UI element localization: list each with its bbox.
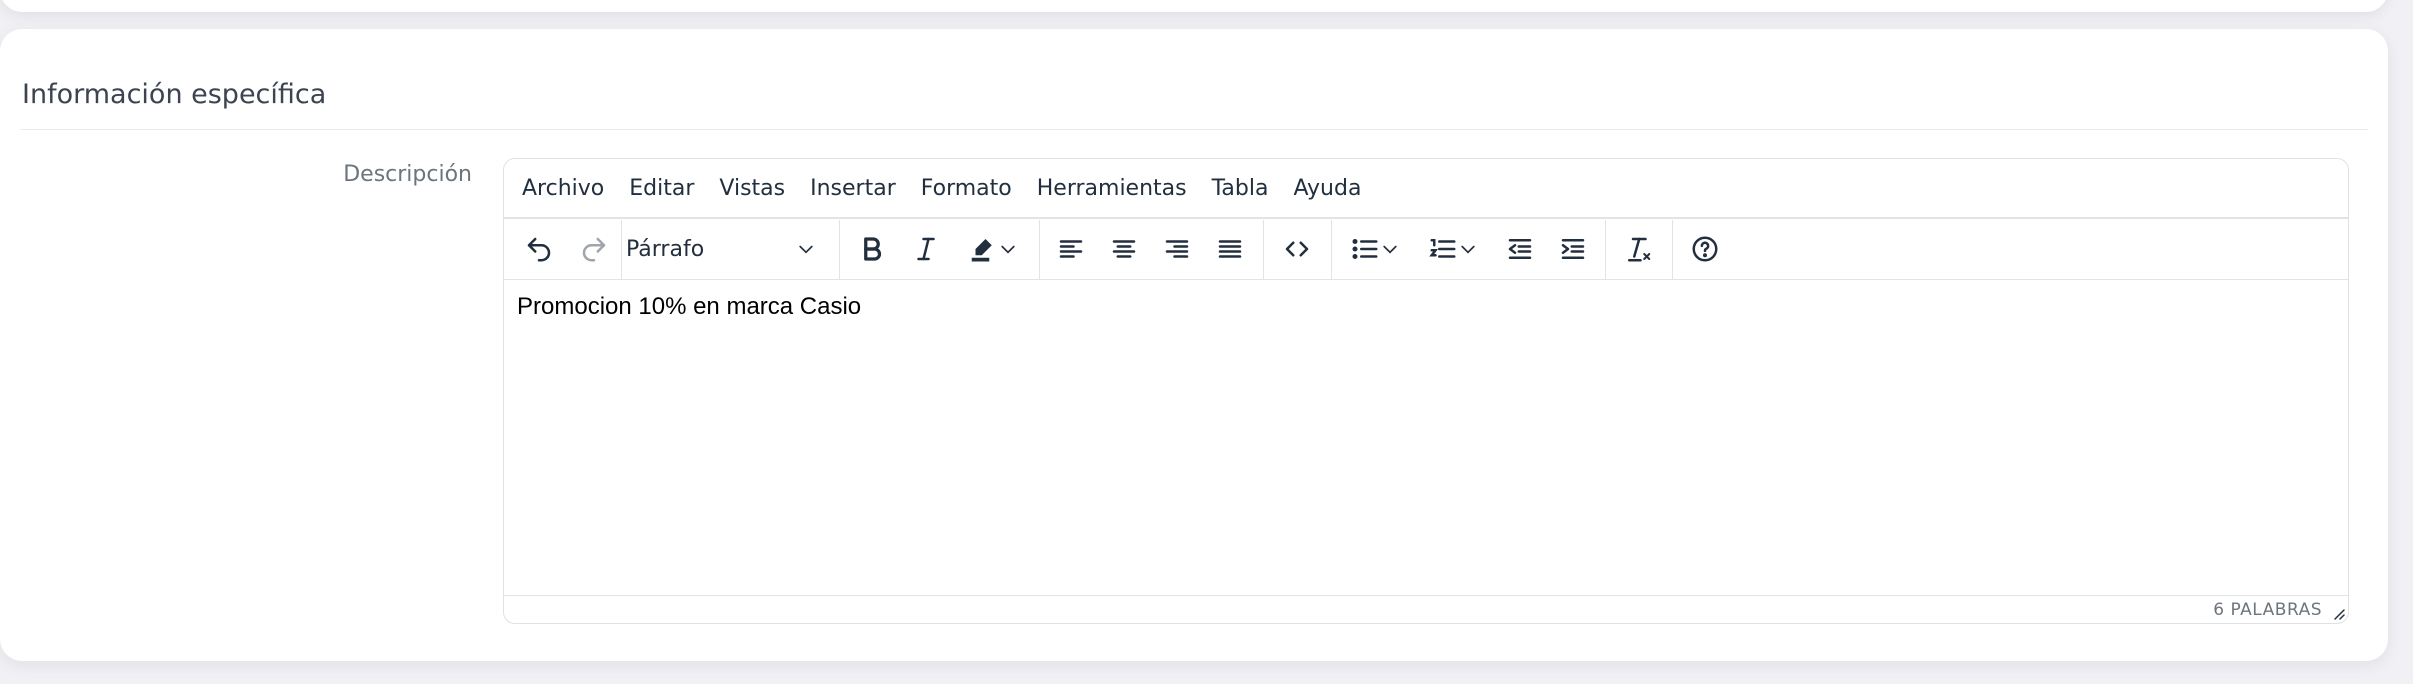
highlight-icon [971, 239, 992, 262]
block-format-select[interactable]: Párrafo [626, 225, 826, 273]
editor-statusbar: 6 PALABRAS [504, 595, 2348, 623]
align-left-button[interactable] [1047, 225, 1095, 273]
align-left-icon [1059, 240, 1083, 258]
indent-icon [1561, 239, 1585, 259]
menu-archivo[interactable]: Archivo [522, 176, 604, 201]
menu-tabla[interactable]: Tabla [1212, 176, 1269, 201]
menu-formato[interactable]: Formato [921, 176, 1012, 201]
section-divider [20, 129, 2368, 130]
indent-button[interactable] [1549, 225, 1597, 273]
previous-card [0, 0, 2388, 12]
align-center-button[interactable] [1100, 225, 1148, 273]
numbered-list-button[interactable] [1417, 225, 1489, 273]
rich-text-editor: Archivo Editar Vistas Insertar Formato H… [503, 158, 2349, 624]
clear-formatting-icon [1628, 237, 1651, 262]
menu-insertar[interactable]: Insertar [810, 176, 896, 201]
bold-button[interactable] [848, 225, 896, 273]
bullet-list-icon [1352, 239, 1378, 259]
source-code-icon [1285, 241, 1309, 257]
toolbar-separator [1331, 220, 1332, 280]
chevron-down-icon [799, 245, 813, 254]
section-title: Información específica [22, 79, 327, 110]
resize-handle-icon[interactable] [2330, 605, 2346, 621]
toolbar-separator [1263, 220, 1264, 280]
outdent-icon [1508, 239, 1532, 259]
redo-button[interactable] [570, 225, 618, 273]
clear-formatting-button[interactable] [1614, 225, 1662, 273]
toolbar-separator [621, 220, 622, 280]
outdent-button[interactable] [1496, 225, 1544, 273]
highlight-color-button[interactable] [957, 225, 1029, 273]
redo-icon [582, 237, 606, 262]
chevron-down-icon [1383, 245, 1397, 254]
bullet-list-button[interactable] [1339, 225, 1411, 273]
numbered-list-icon [1429, 239, 1456, 258]
help-icon [1692, 236, 1718, 262]
align-justify-button[interactable] [1206, 225, 1254, 273]
menu-vistas[interactable]: Vistas [719, 176, 785, 201]
italic-button[interactable] [902, 225, 950, 273]
block-format-value: Párrafo [626, 236, 705, 262]
toolbar-separator [1605, 220, 1606, 280]
align-justify-icon [1218, 240, 1242, 258]
undo-icon [527, 237, 551, 262]
specific-info-card: Información específica Descripción Archi… [0, 29, 2388, 661]
bold-icon [864, 237, 882, 261]
word-count[interactable]: 6 PALABRAS [2213, 600, 2322, 620]
italic-icon [917, 237, 935, 261]
chevron-down-icon [1461, 245, 1475, 254]
menu-editar[interactable]: Editar [629, 176, 694, 201]
menu-ayuda[interactable]: Ayuda [1293, 176, 1361, 201]
undo-button[interactable] [515, 225, 563, 273]
toolbar-separator [1039, 220, 1040, 280]
description-label: Descripción [343, 162, 472, 187]
toolbar-separator [1672, 220, 1673, 280]
editor-content[interactable]: Promocion 10% en marca Casio [517, 293, 861, 321]
toolbar-separator [839, 220, 840, 280]
source-code-button[interactable] [1273, 225, 1321, 273]
align-right-button[interactable] [1153, 225, 1201, 273]
align-right-icon [1165, 240, 1189, 258]
align-center-icon [1112, 240, 1136, 258]
editor-toolbar: Párrafo [504, 220, 2348, 280]
help-button[interactable] [1681, 225, 1729, 273]
editor-menubar: Archivo Editar Vistas Insertar Formato H… [504, 159, 2348, 219]
chevron-down-icon [1001, 245, 1015, 254]
menu-herramientas[interactable]: Herramientas [1037, 176, 1187, 201]
